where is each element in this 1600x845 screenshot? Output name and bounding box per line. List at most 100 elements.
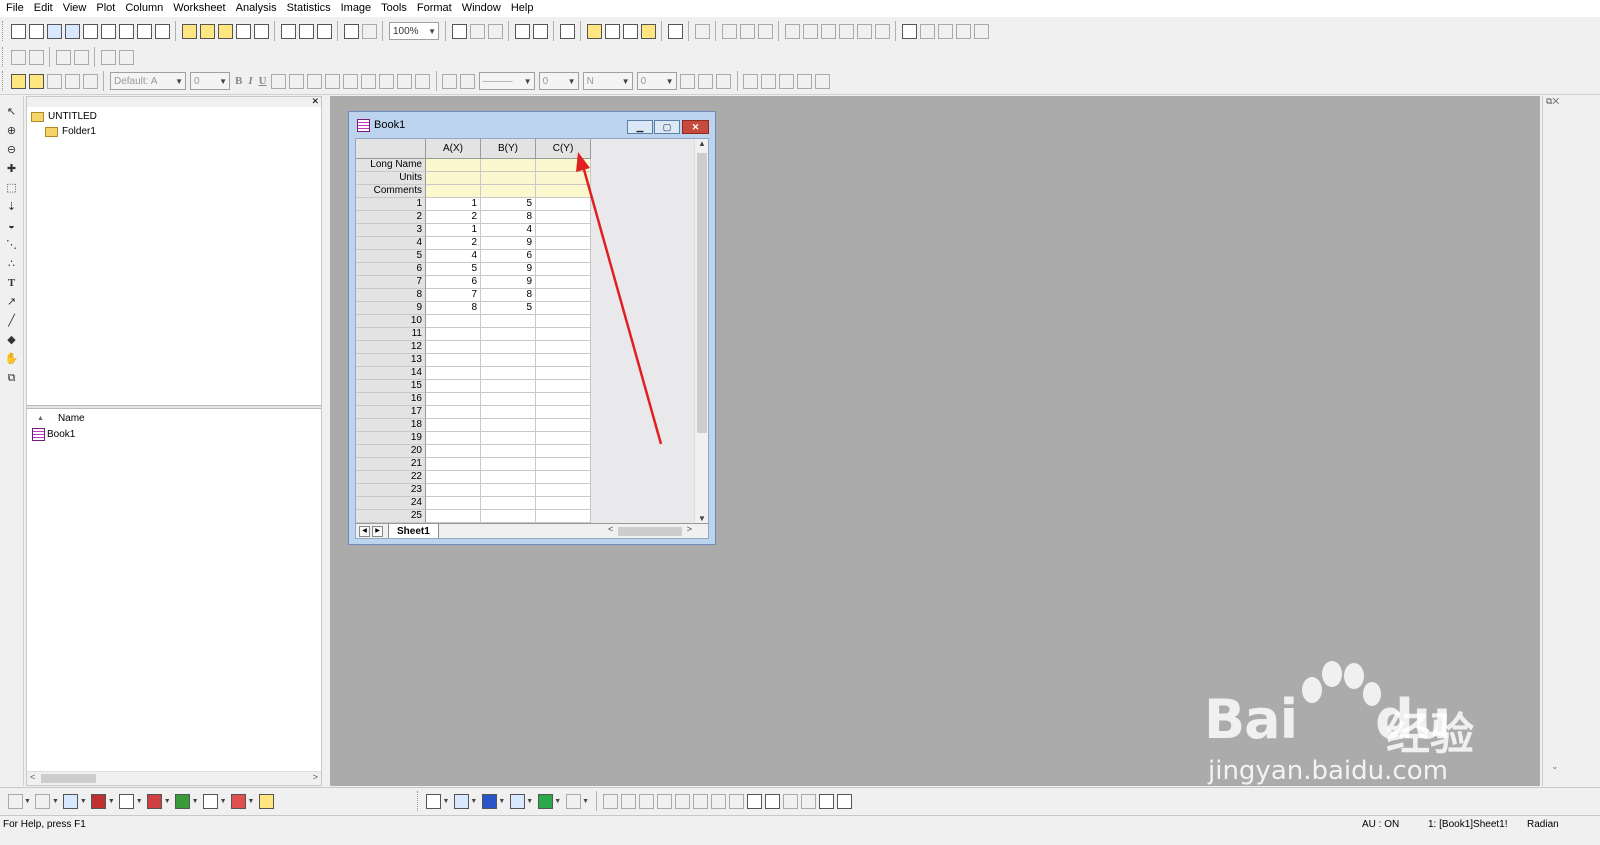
new-matrix-icon[interactable] [64, 23, 80, 39]
3d-xyz-icon[interactable] [481, 793, 497, 809]
annotation-icon[interactable]: ⧉ [4, 370, 20, 386]
new-project-icon[interactable] [10, 23, 26, 39]
new-report-icon[interactable] [154, 23, 170, 39]
table-cell[interactable] [426, 380, 481, 393]
table-cell[interactable] [536, 484, 591, 497]
style-paint-icon[interactable] [10, 73, 26, 89]
row-header[interactable]: 7 [356, 276, 426, 289]
meta-row-label[interactable]: Long Name [356, 159, 426, 172]
superscript-icon[interactable] [271, 73, 287, 89]
table-cell[interactable]: 5 [481, 198, 536, 211]
fit-page-icon[interactable] [818, 793, 834, 809]
table-cell[interactable] [481, 484, 536, 497]
italic-button[interactable]: I [248, 75, 252, 87]
greek-icon[interactable] [325, 73, 341, 89]
chevron-down-icon[interactable]: ▼ [526, 798, 533, 805]
table-cell[interactable] [536, 198, 591, 211]
print-icon[interactable] [451, 23, 467, 39]
row-header[interactable]: 21 [356, 458, 426, 471]
table-cell[interactable] [536, 445, 591, 458]
new-excel-icon[interactable] [136, 23, 152, 39]
table-cell[interactable]: 4 [481, 224, 536, 237]
table-cell[interactable]: 1 [426, 198, 481, 211]
increase-font-icon[interactable] [343, 73, 359, 89]
left-align-icon[interactable] [379, 73, 395, 89]
column-header[interactable]: A(X) [426, 139, 481, 159]
style-clear-icon[interactable] [82, 73, 98, 89]
tree-root[interactable]: UNTITLED [31, 109, 317, 124]
row-header[interactable]: 14 [356, 367, 426, 380]
menu-edit[interactable]: Edit [30, 0, 59, 17]
style-copy-icon[interactable] [28, 73, 44, 89]
axis-3-icon[interactable] [820, 23, 836, 39]
table-cell[interactable] [426, 445, 481, 458]
table-cell[interactable] [426, 471, 481, 484]
import-multiple-icon[interactable] [298, 23, 314, 39]
scroll-down-icon[interactable]: ⌄ [1551, 761, 1559, 772]
table-cell[interactable]: 2 [426, 237, 481, 250]
row-header[interactable]: 20 [356, 445, 426, 458]
table-cell[interactable] [536, 354, 591, 367]
rescale-icon[interactable] [694, 23, 710, 39]
table-cell[interactable]: 9 [481, 263, 536, 276]
meta-cell[interactable] [536, 159, 591, 172]
table-cell[interactable] [536, 419, 591, 432]
menu-analysis[interactable]: Analysis [232, 0, 283, 17]
align-right-icon[interactable] [620, 793, 636, 809]
table-cell[interactable] [426, 328, 481, 341]
move-last-icon[interactable] [118, 49, 134, 65]
explorer-hscrollbar[interactable]: < > [27, 771, 321, 785]
move-first-icon[interactable] [100, 49, 116, 65]
import-wizard-icon[interactable] [316, 23, 332, 39]
add-new-column-icon[interactable] [667, 23, 683, 39]
menu-plot[interactable]: Plot [92, 0, 121, 17]
pattern-icon[interactable] [680, 73, 696, 89]
data-selector-icon[interactable]: ⬚ [4, 180, 20, 196]
align-top-icon[interactable] [638, 793, 654, 809]
3d-bars-icon[interactable] [453, 793, 469, 809]
new-notes-icon[interactable] [118, 23, 134, 39]
shape-tool-icon[interactable]: ◆ [4, 332, 20, 348]
recalculate-icon[interactable] [361, 23, 377, 39]
chevron-down-icon[interactable]: ▼ [554, 798, 561, 805]
scroll-thumb[interactable] [618, 527, 682, 536]
table-cell[interactable] [481, 393, 536, 406]
results-log-icon[interactable] [586, 23, 602, 39]
table-cell[interactable] [536, 471, 591, 484]
fill-color-icon[interactable] [442, 73, 458, 89]
scroll-down-icon[interactable]: ▼ [698, 514, 706, 523]
style-paste-icon[interactable] [46, 73, 62, 89]
menu-image[interactable]: Image [337, 0, 378, 17]
table-cell[interactable] [426, 497, 481, 510]
table-cell[interactable] [536, 250, 591, 263]
menu-view[interactable]: View [59, 0, 93, 17]
smart-hint-icon[interactable] [640, 23, 656, 39]
sheet-prev-icon[interactable]: ◀ [359, 526, 370, 537]
table-cell[interactable]: 8 [426, 302, 481, 315]
template-library-icon[interactable] [258, 793, 274, 809]
table-cell[interactable] [536, 237, 591, 250]
data-reader-icon[interactable]: ⇣ [4, 199, 20, 215]
table-cell[interactable] [536, 224, 591, 237]
row-header[interactable]: 24 [356, 497, 426, 510]
image-plot-icon[interactable] [565, 793, 581, 809]
scatter-plot-icon[interactable] [35, 793, 51, 809]
new-layout-icon[interactable] [100, 23, 116, 39]
scroll-right-icon[interactable]: > [687, 524, 692, 534]
table-cell[interactable] [426, 406, 481, 419]
row-header[interactable]: 23 [356, 484, 426, 497]
group-icon[interactable] [782, 793, 798, 809]
layer-3-icon[interactable] [757, 23, 773, 39]
table-cell[interactable] [481, 315, 536, 328]
chevron-down-icon[interactable]: ▼ [80, 798, 87, 805]
fit-layer-icon[interactable] [836, 793, 852, 809]
bring-front-icon[interactable] [746, 793, 762, 809]
split-icon[interactable] [779, 73, 795, 89]
code-builder-icon[interactable] [514, 23, 530, 39]
row-header[interactable]: 22 [356, 471, 426, 484]
decrease-font-icon[interactable] [361, 73, 377, 89]
same-height-icon[interactable] [728, 793, 744, 809]
move-right-icon[interactable] [55, 49, 71, 65]
table-cell[interactable] [481, 341, 536, 354]
row-header[interactable]: 5 [356, 250, 426, 263]
